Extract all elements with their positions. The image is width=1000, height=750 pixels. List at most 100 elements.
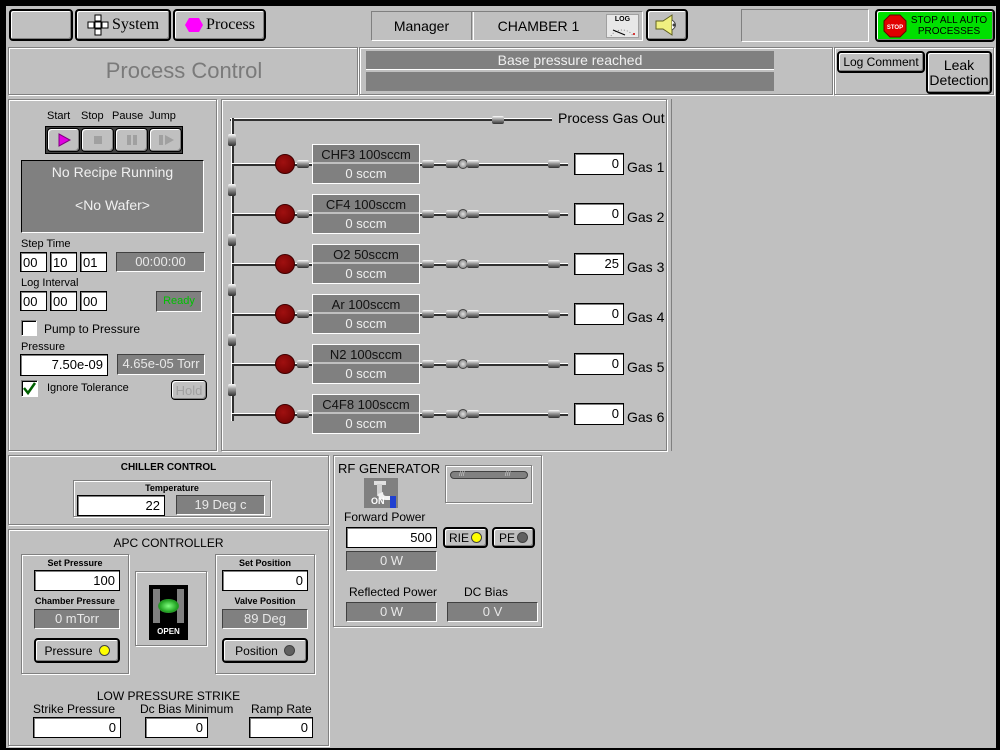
- start-label: Start: [47, 110, 71, 122]
- gas-valve-icon[interactable]: [275, 404, 295, 424]
- strike-pressure-input[interactable]: 0: [33, 717, 121, 738]
- rf-power-switch-icon[interactable]: ON: [364, 478, 398, 508]
- step-time-hours[interactable]: 00: [20, 252, 47, 272]
- gas-fitting: [548, 160, 560, 168]
- gas-valve-icon[interactable]: [275, 204, 295, 224]
- manifold-fitting: [228, 134, 236, 146]
- apc-controller-panel: APC CONTROLLER Set Pressure 100 Chamber …: [8, 529, 329, 746]
- pe-mode-button[interactable]: PE: [492, 527, 535, 548]
- stop-all-label-line-2: PROCESSES: [917, 25, 981, 37]
- gas-fitting: [446, 210, 458, 218]
- gas-setpoint-input[interactable]: 0: [574, 303, 624, 325]
- chiller-setpoint-input[interactable]: 22: [77, 495, 165, 516]
- gas-fitting: [548, 260, 560, 268]
- forward-power-reading: 0 W: [346, 551, 437, 571]
- gas-fitting: [297, 160, 309, 168]
- jump-button[interactable]: [149, 128, 182, 152]
- pump-to-pressure-label: Pump to Pressure: [44, 322, 141, 336]
- page-title: Process Control: [105, 58, 263, 83]
- ready-indicator: Ready: [156, 291, 202, 312]
- pressure-setpoint-input[interactable]: 7.50e-09: [20, 354, 108, 376]
- gas-fitting: [467, 360, 479, 368]
- status-line-1: Base pressure reached: [366, 51, 774, 70]
- process-button[interactable]: Process: [173, 9, 266, 41]
- gas-line-label: Gas 4: [627, 309, 665, 325]
- sound-toggle-button[interactable]: [646, 9, 688, 41]
- recipe-controls: [45, 126, 183, 154]
- rie-mode-button[interactable]: RIE: [443, 527, 488, 548]
- gas-setpoint-input[interactable]: 0: [574, 203, 624, 225]
- dc-bias-reading: 0 V: [447, 602, 538, 622]
- play-icon: [58, 133, 71, 147]
- gas-fitting: [548, 310, 560, 318]
- mass-flow-controller: CHF3 100sccm 0 sccm: [312, 144, 420, 184]
- log-interval-seconds[interactable]: 00: [80, 291, 107, 311]
- stop-all-auto-processes-button[interactable]: STOP STOP ALL AUTO PROCESSES: [875, 9, 995, 42]
- pressure-mode-button[interactable]: Pressure: [34, 638, 120, 663]
- step-time-seconds[interactable]: 01: [80, 252, 107, 272]
- rf-on-label: ON: [371, 496, 385, 506]
- set-pressure-label: Set Pressure: [47, 558, 103, 568]
- ramp-rate-input[interactable]: 0: [249, 717, 313, 738]
- gas-fitting: [297, 410, 309, 418]
- forward-power-input[interactable]: 500: [346, 527, 437, 548]
- hold-button[interactable]: Hold: [171, 380, 207, 400]
- gas-valve-icon[interactable]: [275, 254, 295, 274]
- position-mode-label: Position: [235, 643, 278, 658]
- gas-valve-icon[interactable]: [275, 304, 295, 324]
- gas-setpoint-input[interactable]: 0: [574, 353, 624, 375]
- gas-line-label: Gas 2: [627, 209, 665, 225]
- step-elapsed-readout: 00:00:00: [116, 252, 205, 272]
- chiller-control-panel: CHILLER CONTROL Temperature 22 19 Deg c: [8, 455, 329, 525]
- system-button[interactable]: System: [75, 9, 171, 41]
- stop-button[interactable]: [81, 128, 114, 152]
- valve-graphic-group: OPEN: [135, 571, 207, 646]
- log-gauge-icon[interactable]: LOG: [606, 14, 639, 38]
- position-mode-button[interactable]: Position: [222, 638, 308, 663]
- log-gauge-label: LOG: [614, 16, 631, 23]
- gas-setpoint-input[interactable]: 0: [574, 403, 624, 425]
- leak-detection-button[interactable]: Leak Detection: [926, 51, 992, 94]
- log-interval-minutes[interactable]: 00: [50, 291, 77, 311]
- mfc-flow-reading: 0 sccm: [345, 266, 387, 281]
- rie-indicator-icon: [471, 532, 482, 543]
- step-time-label: Step Time: [21, 238, 71, 250]
- step-time-minutes[interactable]: 10: [50, 252, 77, 272]
- start-button[interactable]: [47, 128, 80, 152]
- blank-button[interactable]: [9, 9, 73, 41]
- gas-setpoint-input[interactable]: 0: [574, 153, 624, 175]
- gas-valve-icon[interactable]: [275, 154, 295, 174]
- gas-fitting: [422, 210, 434, 218]
- temperature-label: Temperature: [145, 483, 199, 493]
- blank-status-field: [741, 9, 869, 42]
- pause-label: Pause: [112, 110, 144, 122]
- gas-fitting: [467, 410, 479, 418]
- process-label: Process: [206, 16, 255, 33]
- gas-fitting: [467, 310, 479, 318]
- reflected-power-label: Reflected Power: [349, 585, 438, 599]
- set-pressure-input[interactable]: 100: [34, 570, 120, 591]
- gas-fitting: [422, 410, 434, 418]
- chamber-name: CHAMBER 1: [473, 12, 603, 40]
- gas-setpoint-input[interactable]: 25: [574, 253, 624, 275]
- empty-area-divider: [671, 99, 672, 451]
- mfc-flow-reading: 0 sccm: [345, 416, 387, 431]
- gas-fitting: [467, 210, 479, 218]
- dc-bias-minimum-input[interactable]: 0: [145, 717, 208, 738]
- ignore-tolerance-checkbox[interactable]: [21, 380, 38, 397]
- stop-sign-icon: STOP: [883, 14, 907, 37]
- log-interval-hours[interactable]: 00: [20, 291, 47, 311]
- gas-valve-icon[interactable]: [275, 354, 295, 374]
- log-comment-button[interactable]: Log Comment: [837, 51, 925, 73]
- pause-icon: [126, 135, 137, 145]
- mfc-name: Ar 100sccm: [313, 295, 419, 314]
- pause-button[interactable]: [115, 128, 148, 152]
- gas-fitting: [297, 260, 309, 268]
- gas-fitting: [297, 210, 309, 218]
- rf-status-bar: //////: [450, 471, 528, 479]
- recipe-status-display: No Recipe Running <No Wafer>: [21, 160, 204, 233]
- set-position-input[interactable]: 0: [222, 570, 308, 591]
- pump-to-pressure-checkbox[interactable]: [21, 320, 37, 336]
- mass-flow-controller: O2 50sccm 0 sccm: [312, 244, 420, 284]
- gas-line-label: Gas 5: [627, 359, 665, 375]
